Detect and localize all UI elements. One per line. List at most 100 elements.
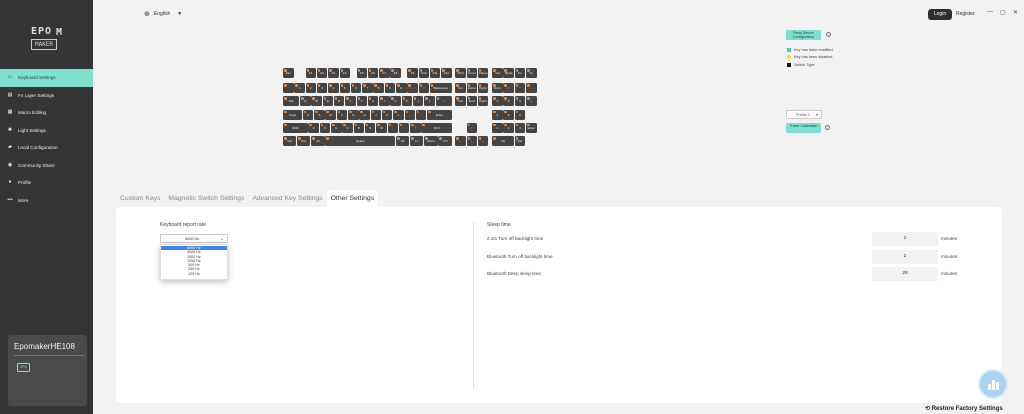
sidebar-item-macro-editing[interactable]: ▦ Macro Editing [0,104,93,122]
keyboard-key[interactable]: PgDn [477,96,489,107]
keyboard-key[interactable]: Fn [514,68,526,78]
keyboard-key[interactable]: 7 [362,83,373,94]
keyboard-key[interactable]: Home [466,83,478,94]
keyboard-key[interactable]: Cal [492,68,503,78]
keyboard-key[interactable]: Space [325,136,396,146]
keyboard-key[interactable]: ↑ [466,122,478,133]
keyboard-key[interactable]: V [342,122,353,133]
keyboard-key[interactable]: 9 [514,96,526,107]
keyboard-key[interactable]: N [364,122,376,133]
maximize-icon[interactable]: ▢ [1000,9,1006,16]
keyboard-key[interactable]: B [353,122,365,133]
keyboard-key[interactable]: F10 [418,68,430,78]
keyboard-key[interactable]: M [376,122,387,133]
keyboard-key[interactable]: . [398,122,410,133]
keyboard-key[interactable]: Menu [424,136,438,146]
keyboard-key[interactable]: Fn [526,68,537,78]
tab-magnetic-switch-settings[interactable]: Magnetic Switch Settings [164,190,248,207]
keyboard-key[interactable]: 4 [328,83,339,94]
keyboard-key[interactable]: / [410,122,421,133]
keyboard-key[interactable]: 6 [514,109,526,120]
keyboard-key[interactable]: Enter [427,109,452,120]
read-device-config-button[interactable]: Read Device Configuration [786,30,821,40]
keyboard-key[interactable]: ' [415,109,427,120]
keyboard-key[interactable]: 9 [384,83,396,94]
keyboard-key[interactable]: Win [297,136,311,146]
keyboard-key[interactable]: Z [308,122,319,133]
keyboard-key[interactable]: R [333,96,345,107]
keyboard-key[interactable]: Q [300,96,311,107]
keyboard-key[interactable]: 3 [514,122,526,133]
sidebar-item-local-configuration[interactable]: ▰ Local Configuration [0,139,93,157]
register-link[interactable]: Register [956,11,975,17]
sidebar-item-light-settings[interactable]: ✺ Light Settings [0,122,93,140]
keyboard-key[interactable]: F11 [429,68,441,78]
keyboard-key[interactable]: F8 [390,68,401,78]
restore-factory-settings-button[interactable]: ⟲ Restore Factory Settings [925,405,1003,412]
keyboard-key[interactable]: 7 [492,96,503,107]
sidebar-item-fn-layer-settings[interactable]: ▤ Fn Layer Settings [0,87,93,105]
keyboard-key[interactable]: * [514,83,526,94]
keyboard-key[interactable]: Num [492,83,503,94]
keyboard-key[interactable]: Alt [396,136,410,146]
keyboard-key[interactable]: Ctrl [283,136,297,146]
keyboard-key[interactable]: Mode [503,68,514,78]
keyboard-key[interactable]: \ [435,96,452,107]
sidebar-item-profile[interactable]: ● Profile [0,174,93,192]
keyboard-key[interactable]: Scroll [466,68,478,78]
keyboard-key[interactable]: F9 [407,68,418,78]
keyboard-key[interactable]: [ [412,96,424,107]
keyboard-key[interactable]: ; [404,109,415,120]
keyboard-key[interactable]: 5 [503,109,514,120]
keyboard-key[interactable]: Del [514,136,526,146]
close-icon[interactable]: ✕ [1013,9,1018,16]
keyboard-key[interactable]: Backspace [429,83,452,94]
keyboard-key[interactable]: Caps [283,109,302,120]
keyboard-key[interactable]: Y [356,96,367,107]
keyboard-key[interactable]: Tab [283,96,300,107]
sidebar-item-more[interactable]: ••• More [0,192,93,210]
keyboard-key[interactable]: PgUp [477,83,489,94]
tab-advanced-key-settings[interactable]: Advanced Key Settings [248,190,326,207]
language-selector[interactable]: ⊕ English ▼ [144,10,182,18]
keyboard-key[interactable]: Fn [410,136,424,146]
sleep-value-input[interactable]: 2 [872,232,938,246]
keyboard-key[interactable]: Shift [283,122,308,133]
keyboard-key[interactable]: J [370,109,382,120]
keyboard-key[interactable]: D [325,109,336,120]
keyboard-key[interactable]: 2 [503,122,514,133]
keyboard-key[interactable]: K [381,109,393,120]
keyboard-key[interactable]: , [387,122,398,133]
keyboard-key[interactable]: F5 [356,68,367,78]
keyboard-key[interactable]: ← [455,136,466,146]
keyboard-key[interactable]: L [393,109,404,120]
keyboard-key[interactable]: Print [455,68,466,78]
keyboard-key[interactable]: H [359,109,370,120]
keyboard-key[interactable]: F6 [367,68,379,78]
keyboard-key[interactable]: O [390,96,401,107]
keyboard-key[interactable]: 8 [503,96,514,107]
help-icon[interactable]: ? [825,125,830,130]
keyboard-key[interactable]: Enter [526,122,537,133]
keyboard-key[interactable]: C [331,122,342,133]
keyboard-key[interactable]: F3 [328,68,339,78]
keyboard-key[interactable]: - [526,83,537,94]
minimize-icon[interactable]: — [987,9,993,15]
keyboard-key[interactable]: End [466,96,478,107]
keyboard-key[interactable]: W [311,96,322,107]
keyboard-key[interactable]: ] [424,96,435,107]
keyboard-key[interactable]: Alt [311,136,325,146]
keyboard-key[interactable]: T [345,96,356,107]
tab-custom-keys[interactable]: Custom Keys [116,190,164,207]
keyboard-key[interactable]: 6 [350,83,362,94]
keyboard-key[interactable]: G [348,109,359,120]
keyboard-key[interactable]: 3 [316,83,328,94]
keyboard-key[interactable]: + [526,96,537,107]
keyboard-key[interactable]: 4 [492,109,503,120]
profile-select[interactable]: Profile 1 ▾ [786,110,822,119]
keyboard-key[interactable]: 8 [373,83,384,94]
keyboard-key[interactable]: ` [283,83,294,94]
keyboard-key[interactable]: I [379,96,390,107]
keyboard-key[interactable]: P [401,96,413,107]
report-rate-option[interactable]: 125 Hz [161,272,227,276]
